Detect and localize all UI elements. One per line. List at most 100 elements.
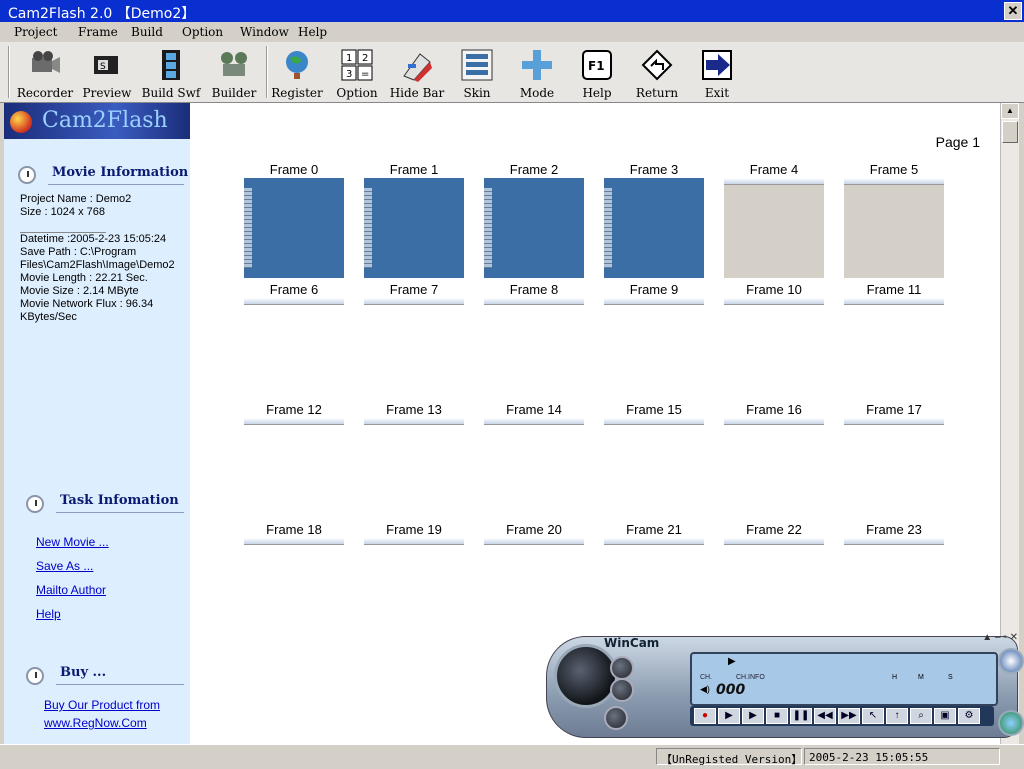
frame-preview (364, 418, 464, 518)
wincam-display: ▶ CH. CH.INFO H M S 000 ◀) (690, 652, 998, 706)
menu-project[interactable]: Project (14, 25, 57, 39)
return-button[interactable]: Return (626, 44, 688, 100)
svg-text:S: S (100, 62, 106, 72)
build-swf-button[interactable]: Build Swf (140, 44, 202, 100)
mode-button[interactable]: Mode (506, 44, 568, 100)
menu-option[interactable]: Option (182, 25, 223, 39)
menu-frame[interactable]: Frame (78, 25, 118, 39)
frame-label: Frame 17 (866, 402, 922, 417)
skin-button[interactable]: Skin (446, 44, 508, 100)
frame-label: Frame 6 (269, 282, 319, 297)
frame-preview (364, 298, 464, 398)
pause-icon[interactable]: ❚❚ (790, 708, 812, 724)
stop-icon[interactable]: ■ (766, 708, 788, 724)
builder-button[interactable]: Builder (203, 44, 265, 100)
frame-preview (484, 418, 584, 518)
wincam-controls: ● ▶ ▶ ■ ❚❚ ◀◀ ▶▶ ↖ ↑ ⌕ ▣ ⚙ (690, 706, 994, 726)
frame-preview (484, 178, 584, 278)
register-button[interactable]: Register (266, 44, 328, 100)
scroll-thumb[interactable] (1002, 121, 1018, 143)
frame-preview (484, 298, 584, 398)
frame-preview (604, 538, 704, 638)
frame-label: Frame 20 (506, 522, 562, 537)
frame-label: Frame 14 (506, 402, 562, 417)
skin-icon (461, 49, 493, 81)
scroll-up-button[interactable]: ▲ (1001, 103, 1019, 119)
zoom-icon[interactable]: ⌕ (910, 708, 932, 724)
clock-icon (26, 667, 44, 685)
frame-label: Frame 9 (629, 282, 679, 297)
rewind-icon[interactable]: ◀◀ (814, 708, 836, 724)
globe-icon[interactable] (998, 710, 1024, 736)
network-flux: Movie Network Flux : 96.34 KBytes/Sec (20, 298, 154, 323)
help-button[interactable]: F1 Help (566, 44, 628, 100)
frame-preview (484, 538, 584, 638)
play-indicator-icon: ▶ (728, 656, 736, 667)
menu-help[interactable]: Help (298, 25, 327, 39)
save-path: Save Path : C:\Program Files\Cam2Flash\I… (20, 246, 175, 271)
wincam-button[interactable] (610, 678, 634, 702)
buy-link[interactable]: Buy Our Product from (44, 698, 160, 712)
svg-text:1: 1 (346, 53, 352, 64)
frame-preview (844, 298, 944, 398)
select-icon[interactable]: ↖ (862, 708, 884, 724)
regnow-link[interactable]: www.RegNow.Com (44, 716, 147, 730)
project-name: Project Name : Demo2 (20, 193, 132, 205)
help-link[interactable]: Help (36, 607, 61, 621)
wincam-button[interactable] (604, 706, 628, 730)
close-button[interactable]: ✕ (1004, 2, 1022, 20)
wincam-round-button[interactable] (998, 648, 1024, 674)
camera-icon[interactable]: ▣ (934, 708, 956, 724)
hide-bar-button[interactable]: Hide Bar (386, 44, 448, 100)
frame-label: Frame 1 (389, 162, 439, 177)
frame-label: Frame 10 (746, 282, 802, 297)
wincam-button[interactable] (610, 656, 634, 680)
speaker-icon: ◀) (700, 684, 710, 694)
menu-build[interactable]: Build (131, 25, 163, 39)
frame-preview (604, 298, 704, 398)
title-bar: Cam2Flash 2.0 【Demo2】 ✕ (0, 0, 1024, 22)
frame-label: Frame 8 (509, 282, 559, 297)
play-fast-icon[interactable]: ▶ (742, 708, 764, 724)
window-title: Cam2Flash 2.0 【Demo2】 (8, 6, 196, 22)
frame-preview (604, 178, 704, 278)
clock-icon (18, 166, 36, 184)
forward-icon[interactable]: ▶▶ (838, 708, 860, 724)
preview-button[interactable]: S Preview (76, 44, 138, 100)
datetime: Datetime :2005-2-23 15:05:24 (20, 233, 167, 245)
frame-preview (844, 538, 944, 638)
frame-label: Frame 4 (749, 162, 799, 177)
option-button[interactable]: 1 2 3 = Option (326, 44, 388, 100)
return-icon (641, 49, 673, 81)
wincam-title: WinCam (604, 636, 660, 650)
wincam-window-controls[interactable]: ▲ – ▫ ✕ (982, 632, 1018, 643)
record-icon[interactable]: ● (694, 708, 716, 724)
save-as-link[interactable]: Save As ... (36, 559, 93, 573)
mailto-author-link[interactable]: Mailto Author (36, 583, 106, 597)
menu-window[interactable]: Window (240, 25, 289, 39)
recorder-icon (32, 51, 60, 73)
recorder-button[interactable]: Recorder (14, 44, 76, 100)
wincam-player[interactable]: WinCam ▲ – ▫ ✕ ▶ CH. CH.INFO H M S 000 ◀… (546, 632, 1024, 740)
toolbar: Recorder S Preview Build Swf Builder Reg… (0, 42, 1024, 103)
frame-preview (724, 298, 824, 398)
exit-icon (702, 50, 732, 80)
wincam-knob[interactable] (554, 644, 618, 708)
new-movie-link[interactable]: New Movie ... (36, 535, 109, 549)
frame-label: Frame 23 (866, 522, 922, 537)
frame-preview (844, 178, 944, 278)
status-datetime: 2005-2-23 15:05:55 (804, 748, 1000, 765)
movie-length: Movie Length : 22.21 Sec. (20, 272, 148, 284)
frame-label: Frame 16 (746, 402, 802, 417)
settings-icon[interactable]: ⚙ (958, 708, 980, 724)
frame-label: Frame 13 (386, 402, 442, 417)
frame-label: Frame 0 (269, 162, 319, 177)
play-icon[interactable]: ▶ (718, 708, 740, 724)
frame-preview (844, 418, 944, 518)
globe-icon (286, 51, 308, 79)
option-icon: 1 23 = (341, 49, 373, 81)
exit-button[interactable]: Exit (686, 44, 748, 100)
svg-text:F1: F1 (588, 59, 605, 73)
up-icon[interactable]: ↑ (886, 708, 908, 724)
movie-info-details: Project Name : Demo2 Size : 1024 x 768 D… (20, 193, 186, 324)
